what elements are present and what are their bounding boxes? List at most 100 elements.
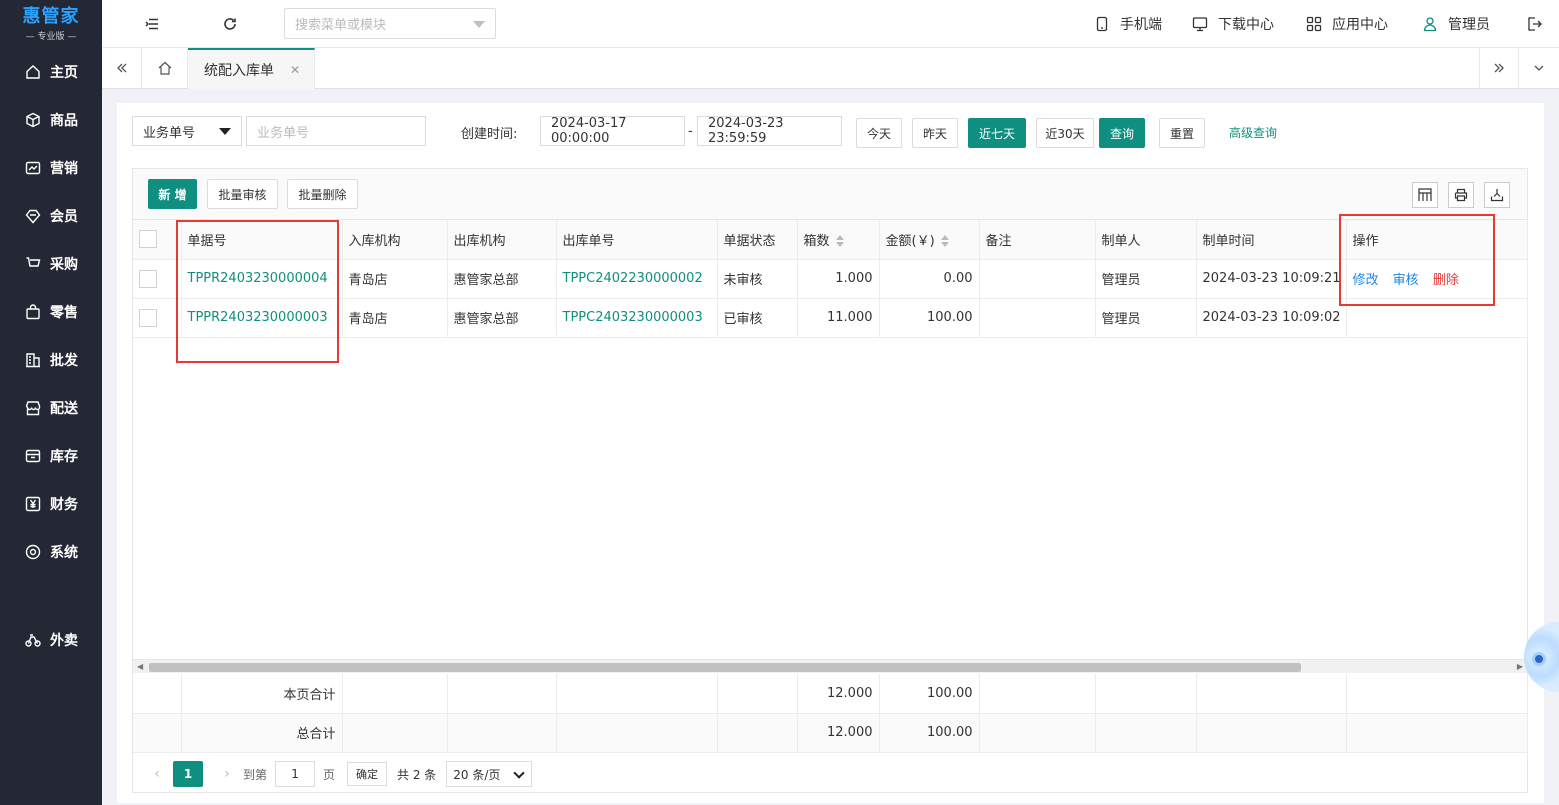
logout-icon[interactable] — [1524, 14, 1544, 34]
in-org-cell: 青岛店 — [342, 298, 448, 338]
col-in-org[interactable]: 入库机构 — [342, 220, 448, 260]
prev-page-icon[interactable]: ‹ — [147, 766, 167, 782]
order-no-link[interactable]: TPPR2403230000004 — [181, 259, 343, 299]
row-checkbox[interactable] — [139, 308, 157, 327]
col-remark[interactable]: 备注 — [979, 220, 1096, 260]
sidebar-item-inventory[interactable]: 库存 — [0, 432, 102, 480]
page-1-button[interactable]: 1 — [173, 761, 203, 787]
tab-label: 统配入库单 — [204, 62, 274, 79]
tabs-bar: 统配入库单 ✕ — [102, 48, 1559, 89]
status-cell: 已审核 — [717, 298, 798, 338]
sidebar-item-member[interactable]: 会员 — [0, 192, 102, 240]
menu-search-input[interactable]: 搜索菜单或模块 — [284, 8, 496, 39]
scroll-left-arrow-icon[interactable]: ◀ — [137, 662, 143, 671]
bag-icon — [24, 303, 42, 321]
sidebar: 惠管家 — 专业版 — 主页 商品 营销 会员 采购 零售 批发 配送 库存 财… — [0, 0, 102, 805]
order-no-input[interactable]: 业务单号 — [246, 116, 426, 146]
tab-unified-inbound[interactable]: 统配入库单 ✕ — [188, 48, 315, 89]
sidebar-item-purchase[interactable]: 采购 — [0, 240, 102, 288]
col-amount[interactable]: 金额(￥) — [879, 220, 980, 260]
logo[interactable]: 惠管家 — 专业版 — — [0, 0, 102, 48]
col-time[interactable]: 制单时间 — [1196, 220, 1347, 260]
status-cell: 未审核 — [717, 259, 798, 299]
search-placeholder: 搜索菜单或模块 — [295, 18, 387, 33]
collapse-menu-icon[interactable] — [142, 14, 162, 34]
last-7-days-button[interactable]: 近七天 — [968, 118, 1026, 148]
yesterday-button[interactable]: 昨天 — [912, 118, 958, 148]
sidebar-item-finance[interactable]: 财务 — [0, 480, 102, 528]
order-no-link[interactable]: TPPR2403230000003 — [181, 298, 343, 338]
tab-home-icon[interactable] — [143, 48, 188, 88]
col-status[interactable]: 单据状态 — [717, 220, 798, 260]
close-icon[interactable]: ✕ — [290, 63, 300, 77]
audit-link[interactable]: 审核 — [1393, 273, 1419, 288]
batch-audit-button[interactable]: 批量审核 — [207, 179, 278, 209]
sidebar-item-takeout[interactable]: 外卖 — [0, 616, 102, 664]
batch-delete-button[interactable]: 批量删除 — [287, 179, 358, 209]
query-button[interactable]: 查询 — [1099, 118, 1145, 148]
out-no-link[interactable]: TPPC2403230000003 — [556, 298, 718, 338]
app-center-label: 应用中心 — [1332, 17, 1388, 33]
tabs-scroll-right-icon[interactable] — [1479, 48, 1519, 88]
sidebar-item-label: 采购 — [50, 257, 78, 273]
reset-button[interactable]: 重置 — [1159, 118, 1205, 148]
sidebar-item-system[interactable]: 系统 — [0, 528, 102, 576]
sidebar-item-home[interactable]: 主页 — [0, 48, 102, 96]
col-order-no[interactable]: 单据号 — [181, 220, 343, 260]
order-no-placeholder: 业务单号 — [257, 125, 310, 141]
goto-page-input[interactable]: 1 — [275, 761, 316, 787]
tabs-scroll-left-icon[interactable] — [102, 48, 142, 88]
boxes-cell: 11.000 — [797, 298, 880, 338]
amount-cell: 100.00 — [879, 298, 980, 338]
sort-icon[interactable] — [940, 235, 949, 248]
table-header-row: 单据号 入库机构 出库机构 出库单号 单据状态 箱数 金额(￥) 备注 制单人 … — [133, 220, 1528, 260]
select-all-checkbox[interactable] — [139, 230, 157, 249]
logo-title: 惠管家 — [22, 5, 80, 27]
search-type-select[interactable]: 业务单号 — [132, 116, 242, 146]
maker-cell: 管理员 — [1095, 259, 1197, 299]
out-org-cell: 惠管家总部 — [447, 259, 557, 299]
col-maker[interactable]: 制单人 — [1095, 220, 1197, 260]
empty-cell — [717, 713, 798, 753]
download-center-link[interactable]: 下载中心 — [1192, 0, 1274, 48]
scrollbar-thumb[interactable] — [149, 663, 1301, 672]
sidebar-item-delivery[interactable]: 配送 — [0, 384, 102, 432]
edit-link[interactable]: 修改 — [1353, 273, 1379, 288]
page-size-select[interactable]: 20 条/页 — [446, 761, 533, 787]
refresh-icon[interactable] — [220, 14, 240, 34]
sidebar-item-label: 零售 — [50, 305, 78, 321]
sidebar-item-label: 会员 — [50, 209, 78, 225]
sidebar-item-retail[interactable]: 零售 — [0, 288, 102, 336]
grand-total-label: 总合计 — [181, 713, 343, 753]
goto-confirm-button[interactable]: 确定 — [347, 762, 388, 786]
today-button[interactable]: 今天 — [856, 118, 902, 148]
sidebar-item-wholesale[interactable]: 批发 — [0, 336, 102, 384]
empty-cell — [1095, 713, 1197, 753]
out-no-link[interactable]: TPPC2402230000002 — [556, 259, 718, 299]
end-date-input[interactable]: 2024-03-23 23:59:59 — [697, 116, 842, 146]
empty-cell — [1346, 713, 1528, 753]
export-icon[interactable] — [1484, 182, 1510, 208]
last-30-days-button[interactable]: 近30天 — [1036, 118, 1094, 148]
print-icon[interactable] — [1448, 182, 1474, 208]
sort-icon[interactable] — [835, 235, 844, 248]
app-center-link[interactable]: 应用中心 — [1306, 0, 1388, 48]
mobile-link[interactable]: 手机端 — [1094, 0, 1162, 48]
col-boxes[interactable]: 箱数 — [797, 220, 880, 260]
cart-icon — [24, 255, 42, 273]
scroll-right-arrow-icon[interactable]: ▶ — [1517, 662, 1523, 671]
col-out-no[interactable]: 出库单号 — [556, 220, 718, 260]
start-date-input[interactable]: 2024-03-17 00:00:00 — [540, 116, 685, 146]
col-out-org[interactable]: 出库机构 — [447, 220, 557, 260]
user-menu[interactable]: 管理员 — [1422, 0, 1490, 48]
column-settings-icon[interactable] — [1412, 182, 1438, 208]
sidebar-item-marketing[interactable]: 营销 — [0, 144, 102, 192]
row-checkbox[interactable] — [139, 269, 157, 288]
add-button[interactable]: 新 增 — [148, 179, 197, 209]
advanced-query-link[interactable]: 高级查询 — [1229, 124, 1277, 141]
horizontal-scrollbar[interactable]: ◀ ▶ — [133, 659, 1527, 673]
next-page-icon[interactable]: › — [217, 766, 237, 782]
tabs-menu-chevron-down-icon[interactable] — [1519, 48, 1559, 88]
sidebar-item-goods[interactable]: 商品 — [0, 96, 102, 144]
delete-link[interactable]: 删除 — [1433, 273, 1459, 288]
